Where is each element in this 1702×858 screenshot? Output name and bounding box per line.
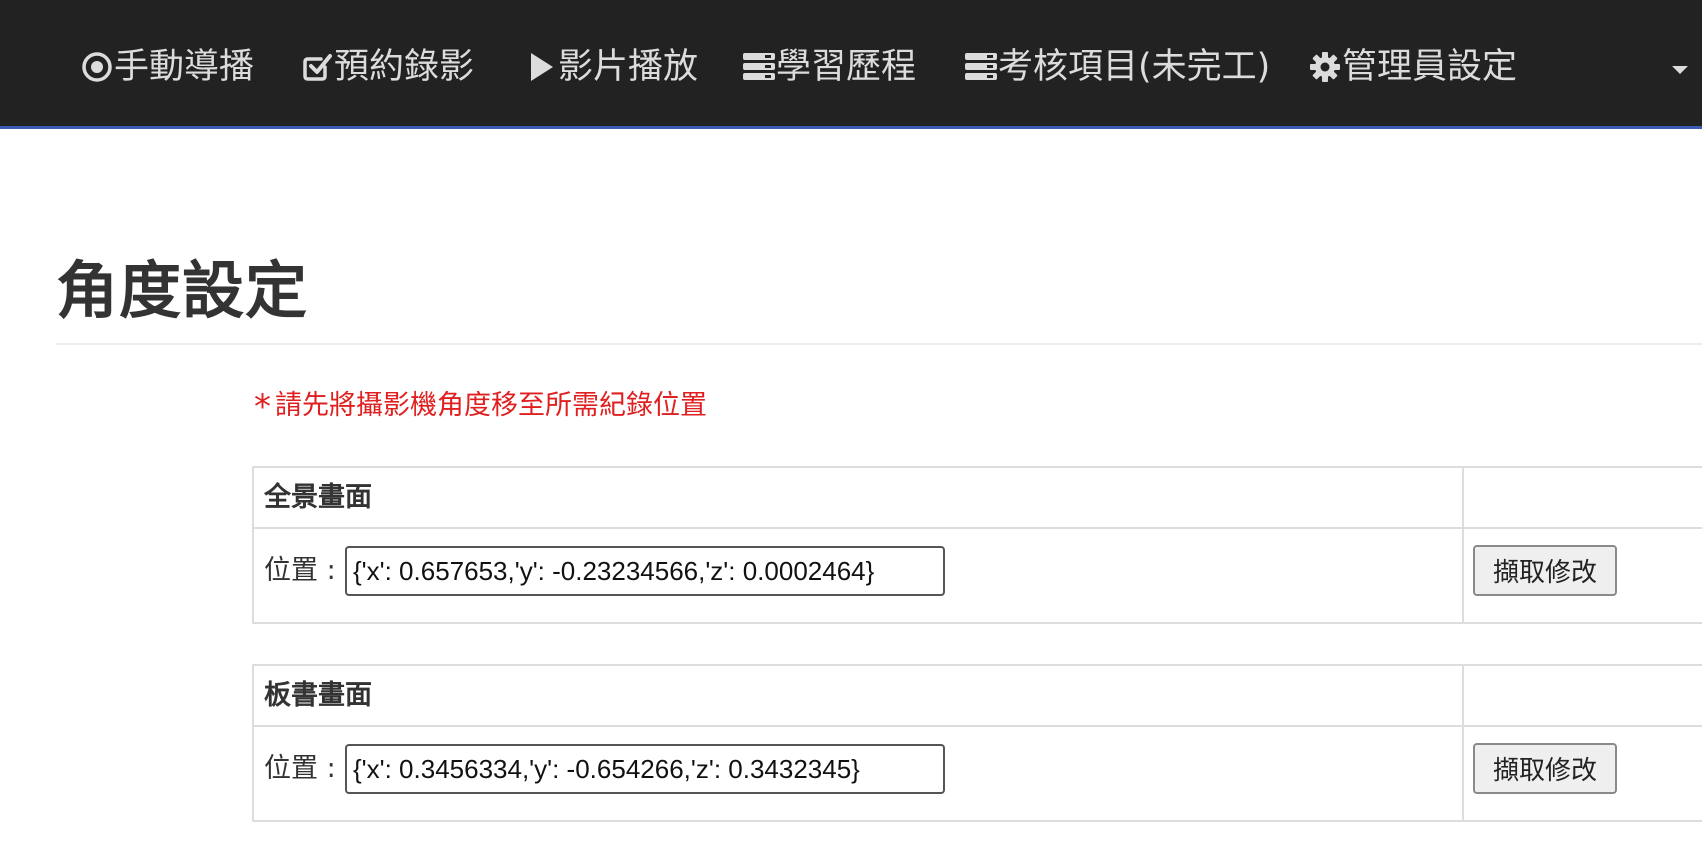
nav-item-label: 手動導播	[114, 47, 255, 87]
position-input[interactable]	[345, 744, 945, 794]
panel-title: 全景畫面	[264, 482, 372, 513]
nav-item-scheduled-recording[interactable]: 預約錄影	[300, 44, 474, 90]
nav-item-manual-direct[interactable]: 手動導播	[80, 44, 254, 90]
nav-item-video-playback[interactable]: 影片播放	[524, 44, 698, 90]
required-asterisk: *	[254, 387, 271, 427]
page-title: 角度設定	[56, 254, 309, 327]
instruction-notice: * 請先將攝影機角度移至所需紀錄位置	[254, 385, 707, 428]
record-circle-icon	[80, 44, 114, 90]
nav-item-admin-settings[interactable]: 管理員設定	[1308, 44, 1517, 90]
server-stack-icon	[742, 44, 776, 90]
check-square-icon	[300, 44, 334, 90]
position-input[interactable]	[345, 546, 945, 596]
title-divider	[56, 343, 1702, 345]
position-label: 位置 :	[264, 555, 336, 586]
nav-item-label: 影片播放	[558, 47, 699, 87]
panel-header: 全景畫面	[254, 468, 1702, 529]
nav-item-label: 學習歷程	[776, 47, 917, 87]
column-divider	[1462, 468, 1464, 622]
top-navbar: 手動導播 預約錄影 影片播放 學習歷程 考核項目(未完工) 管理員設定	[0, 0, 1702, 129]
notice-text: 請先將攝影機角度移至所需紀錄位置	[275, 390, 707, 421]
capture-update-button[interactable]: 擷取修改	[1473, 743, 1617, 794]
nav-item-label: 預約錄影	[334, 47, 475, 87]
panel-title: 板書畫面	[264, 680, 372, 711]
panorama-panel: 全景畫面 位置 : 擷取修改	[252, 466, 1702, 624]
caret-down-icon[interactable]	[1672, 66, 1688, 74]
play-icon	[524, 44, 558, 90]
blackboard-panel: 板書畫面 位置 : 擷取修改	[252, 664, 1702, 822]
gear-icon	[1308, 44, 1342, 90]
nav-item-assessment-items[interactable]: 考核項目(未完工)	[964, 44, 1270, 90]
nav-item-label: 管理員設定	[1342, 47, 1518, 87]
position-label: 位置 :	[264, 753, 336, 784]
nav-item-label: 考核項目(未完工)	[998, 47, 1271, 87]
panel-header: 板書畫面	[254, 666, 1702, 727]
column-divider	[1462, 666, 1464, 820]
nav-item-learning-history[interactable]: 學習歷程	[742, 44, 916, 90]
server-stack-icon	[964, 44, 998, 90]
capture-update-button[interactable]: 擷取修改	[1473, 545, 1617, 596]
